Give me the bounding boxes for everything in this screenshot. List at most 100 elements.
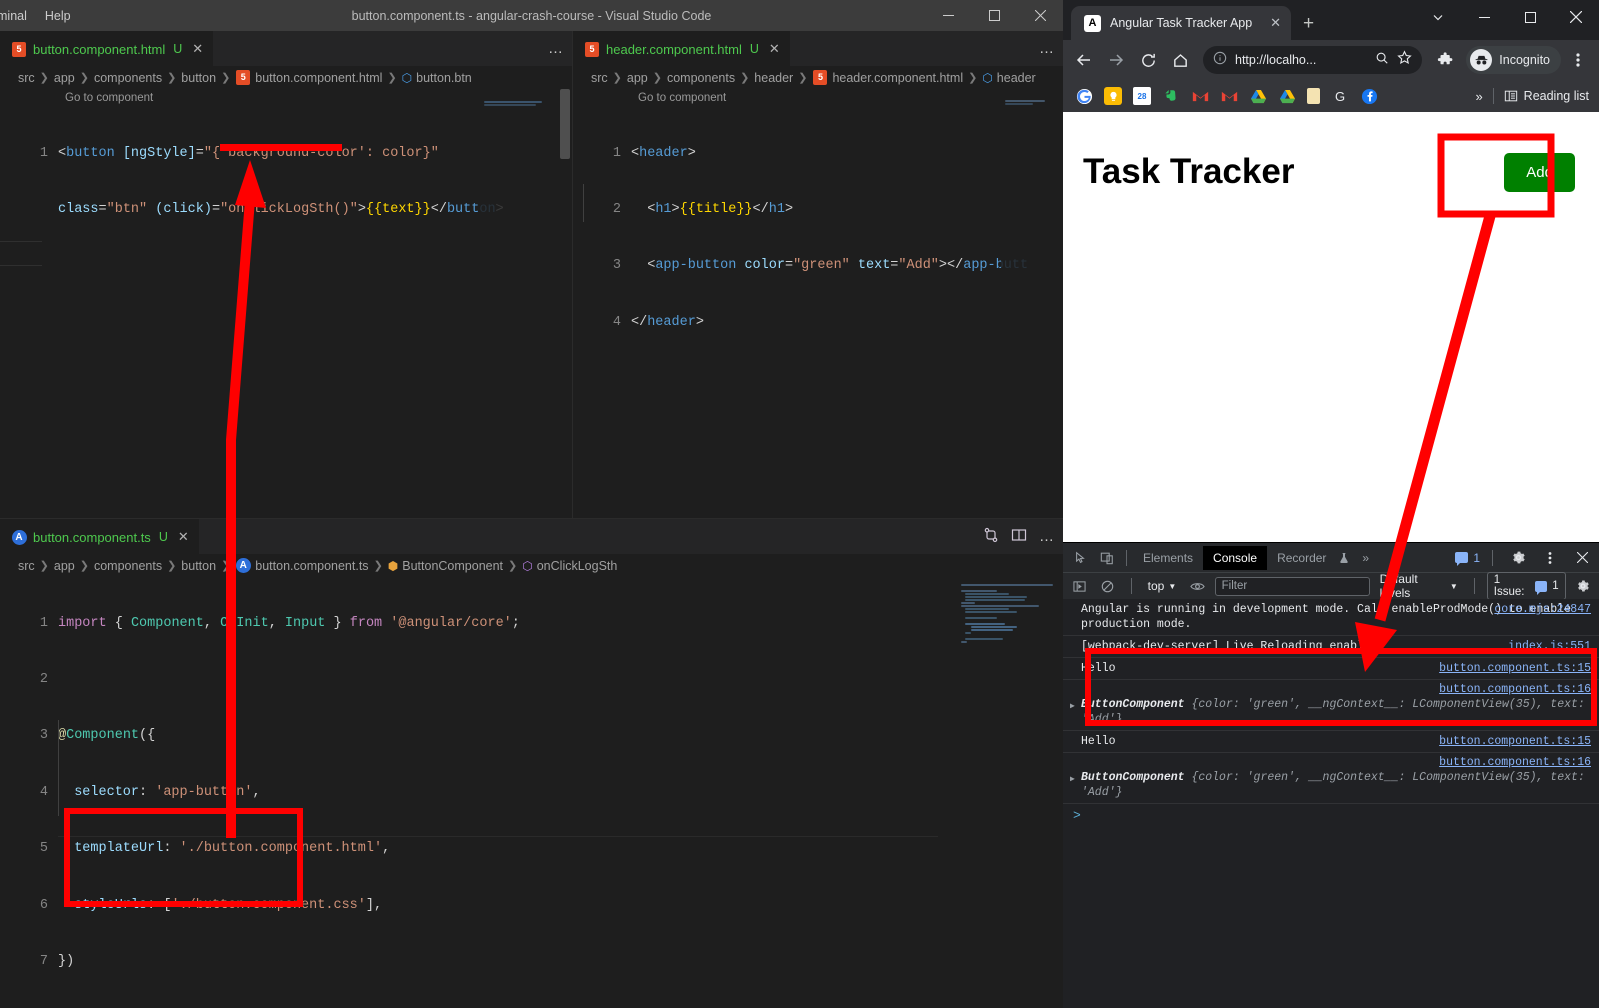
chrome-minimize-icon[interactable]	[1461, 0, 1507, 34]
split-editor-icon[interactable]	[1011, 527, 1027, 546]
bookmark-g-icon[interactable]: G	[1331, 87, 1349, 105]
chrome-close-icon[interactable]	[1553, 0, 1599, 34]
zoom-icon[interactable]	[1375, 51, 1389, 70]
menu-item-terminal[interactable]: minal	[0, 5, 36, 27]
search-tabs-chevron-down-icon[interactable]	[1415, 0, 1461, 34]
bookmark-keep-icon[interactable]	[1104, 87, 1122, 105]
breadcrumb-components[interactable]: components	[94, 559, 162, 573]
breadcrumb-src[interactable]: src	[591, 71, 608, 85]
add-button[interactable]: Add	[1504, 152, 1575, 192]
address-bar[interactable]: http://localho...	[1203, 46, 1423, 74]
compare-changes-icon[interactable]	[983, 527, 999, 546]
bookmark-calendar-icon[interactable]: 28	[1133, 87, 1151, 105]
console-message-count-badge[interactable]: 1	[1455, 551, 1480, 566]
eye-icon[interactable]	[1186, 575, 1208, 597]
console-message[interactable]: Hello button.component.ts:15	[1063, 658, 1599, 680]
inspect-element-icon[interactable]	[1068, 545, 1094, 571]
breadcrumb-header[interactable]: header	[754, 71, 793, 85]
console-source-link[interactable]: button.component.ts:15	[1439, 661, 1591, 676]
breadcrumb-file[interactable]: header.component.html	[832, 71, 963, 85]
editor-scrollbar[interactable]	[558, 89, 572, 518]
console-sidebar-icon[interactable]	[1068, 575, 1090, 597]
devtools-tab-elements[interactable]: Elements	[1133, 546, 1203, 570]
bookmark-evernote-icon[interactable]	[1162, 87, 1180, 105]
browser-tab-angular-task-tracker[interactable]: A Angular Task Tracker App ✕	[1071, 6, 1291, 40]
code-editor-header-html[interactable]: Go to component 1 <header> 2 <h1>{{title}…	[573, 89, 1063, 518]
breadcrumb-method[interactable]: onClickLogSth	[537, 559, 618, 573]
vscode-maximize-icon[interactable]	[971, 0, 1017, 31]
reading-list-button[interactable]: Reading list	[1504, 89, 1589, 103]
device-toolbar-icon[interactable]	[1094, 545, 1120, 571]
breadcrumb-src[interactable]: src	[18, 559, 35, 573]
code-editor-button-ts[interactable]: 1 import { Component, OnInit, Input } fro…	[0, 577, 1063, 1007]
breadcrumb-button[interactable]: button	[181, 71, 216, 85]
back-arrow-icon[interactable]	[1069, 45, 1099, 75]
minimap-button-ts[interactable]	[957, 583, 1057, 1007]
tab-close-icon[interactable]: ✕	[192, 41, 203, 57]
bookmark-facebook-icon[interactable]	[1360, 87, 1378, 105]
bookmarks-overflow-icon[interactable]: »	[1475, 89, 1482, 104]
console-message[interactable]: [webpack-dev-server] Live Reloading enab…	[1063, 636, 1599, 658]
breadcrumb-symbol[interactable]: button.btn	[416, 71, 472, 85]
clear-console-icon[interactable]	[1096, 575, 1118, 597]
bookmark-note-icon[interactable]	[1307, 88, 1320, 104]
console-message-object[interactable]: ▶ ButtonComponent {color: 'green', __ngC…	[1063, 753, 1599, 804]
more-actions-icon[interactable]: …	[1039, 41, 1055, 56]
chrome-maximize-icon[interactable]	[1507, 0, 1553, 34]
breadcrumb-app[interactable]: app	[54, 71, 75, 85]
minimap-header-html[interactable]	[1001, 89, 1063, 518]
forward-arrow-icon[interactable]	[1101, 45, 1131, 75]
console-input-prompt[interactable]: >	[1063, 804, 1599, 827]
console-settings-gear-icon[interactable]	[1572, 575, 1594, 597]
url-text[interactable]: http://localho...	[1235, 53, 1367, 67]
console-source-link[interactable]: index.js:551	[1508, 639, 1591, 654]
vscode-close-icon[interactable]	[1017, 0, 1063, 31]
console-source-link[interactable]: button.component.ts:15	[1439, 734, 1591, 749]
new-tab-button[interactable]: +	[1303, 13, 1314, 35]
expand-triangle-icon[interactable]: ▶	[1070, 772, 1075, 787]
gear-icon[interactable]	[1505, 545, 1531, 571]
expand-triangle-icon[interactable]: ▶	[1070, 699, 1075, 714]
breadcrumb-class[interactable]: ButtonComponent	[402, 559, 503, 573]
devtools-close-icon[interactable]	[1569, 545, 1595, 571]
console-output[interactable]: Angular is running in development mode. …	[1063, 599, 1599, 1008]
codelens-go-to-component[interactable]: Go to component	[573, 89, 1063, 107]
devtools-tab-recorder[interactable]: Recorder	[1267, 546, 1336, 570]
breadcrumb-app[interactable]: app	[54, 559, 75, 573]
reload-icon[interactable]	[1133, 45, 1163, 75]
devtools-tab-console[interactable]: Console	[1203, 545, 1268, 570]
breadcrumb-button[interactable]: button	[181, 559, 216, 573]
console-context-selector[interactable]: top ▼	[1144, 579, 1181, 593]
more-actions-icon[interactable]: …	[548, 41, 564, 56]
breadcrumb-app[interactable]: app	[627, 71, 648, 85]
breadcrumb-file[interactable]: button.component.ts	[255, 559, 368, 573]
three-dot-menu-icon[interactable]	[1537, 545, 1563, 571]
breadcrumb-file[interactable]: button.component.html	[255, 71, 382, 85]
tab-close-icon[interactable]: ✕	[769, 41, 780, 57]
console-filter-input[interactable]: Filter	[1214, 576, 1370, 596]
puzzle-piece-icon[interactable]	[1430, 45, 1460, 75]
breadcrumb-components[interactable]: components	[94, 71, 162, 85]
bookmark-google-icon[interactable]	[1075, 87, 1093, 105]
bookmark-google-drive-icon[interactable]	[1249, 87, 1267, 105]
three-dot-menu-icon[interactable]	[1563, 45, 1593, 75]
menu-item-help[interactable]: Help	[36, 5, 80, 27]
more-actions-icon[interactable]: …	[1039, 529, 1055, 544]
minimap-button-html[interactable]	[480, 89, 558, 518]
console-source-link[interactable]: button.component.ts:16	[1439, 682, 1591, 697]
console-message-object[interactable]: ▶ ButtonComponent {color: 'green', __ngC…	[1063, 680, 1599, 731]
issues-counter-button[interactable]: 1 Issue: 1	[1486, 572, 1566, 600]
vscode-minimize-icon[interactable]	[925, 0, 971, 31]
console-message[interactable]: Hello button.component.ts:15	[1063, 731, 1599, 753]
bookmark-gmail-2-icon[interactable]	[1220, 87, 1238, 105]
bookmark-gmail-icon[interactable]	[1191, 87, 1209, 105]
console-levels-selector[interactable]: Default levels ▼	[1376, 572, 1462, 600]
tab-close-icon[interactable]: ✕	[178, 529, 189, 545]
console-source-link[interactable]: core.mjs:24847	[1494, 602, 1591, 617]
home-icon[interactable]	[1165, 45, 1195, 75]
code-editor-button-html[interactable]: Go to component 1 <button [ngStyle]="{'ba…	[0, 89, 572, 518]
breadcrumb-symbol[interactable]: header	[997, 71, 1036, 85]
incognito-profile-button[interactable]: Incognito	[1466, 46, 1561, 74]
breadcrumb-components[interactable]: components	[667, 71, 735, 85]
breadcrumb-src[interactable]: src	[18, 71, 35, 85]
